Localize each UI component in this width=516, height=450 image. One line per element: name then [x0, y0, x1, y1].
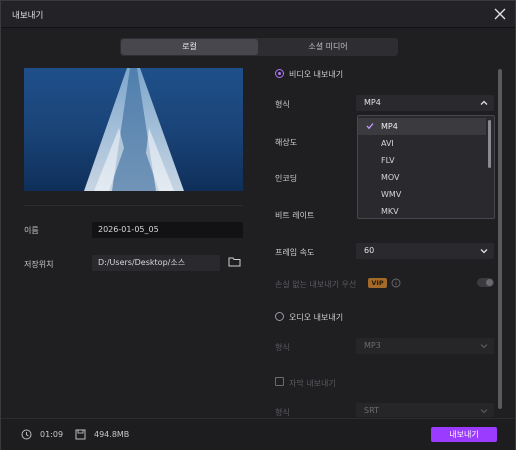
chevron-down-icon: [480, 409, 488, 414]
chevron-up-icon: [480, 100, 488, 105]
disk-icon: [75, 429, 86, 440]
format-option-avi[interactable]: AVI: [358, 135, 486, 152]
subtitle-export-checkbox[interactable]: [275, 377, 284, 386]
dropdown-scrollbar[interactable]: [488, 120, 491, 168]
video-preview: [24, 68, 243, 191]
format-option-mkv[interactable]: MKV: [358, 203, 486, 220]
check-icon: [366, 123, 374, 130]
encoding-label: 인코딩: [275, 174, 298, 183]
format-dropdown-list: MP4 AVI FLV MOV WMV MKV: [357, 115, 495, 219]
vip-badge: VIP: [368, 278, 387, 288]
video-format-label: 형식: [275, 100, 290, 109]
tab-bar: 로컬 소셜 미디어: [120, 38, 398, 56]
folder-icon[interactable]: [228, 256, 241, 267]
lossless-toggle[interactable]: [477, 278, 494, 287]
format-option-mp4[interactable]: MP4: [358, 118, 486, 135]
video-export-radio[interactable]: [275, 69, 284, 78]
audio-format-select[interactable]: MP3: [356, 338, 494, 354]
video-format-select[interactable]: MP4: [356, 95, 494, 111]
file-size-text: 494.8MB: [94, 430, 130, 439]
lossless-label: 손실 없는 내보내기 우선: [275, 280, 357, 289]
subtitle-format-label: 형식: [275, 408, 290, 417]
framerate-select[interactable]: 60: [356, 243, 494, 259]
subtitle-format-select[interactable]: SRT: [356, 403, 494, 417]
tab-local[interactable]: 로컬: [121, 39, 258, 55]
left-divider: [24, 205, 243, 206]
name-input[interactable]: 2026-01-05_05: [92, 222, 243, 238]
tab-social-media[interactable]: 소셜 미디어: [259, 39, 397, 55]
window-title: 내보내기: [12, 11, 44, 21]
format-option-label: MP4: [381, 122, 398, 131]
title-bar: 내보내기: [1, 1, 515, 28]
location-label: 저장위치: [24, 260, 54, 269]
location-input[interactable]: D:/Users/Desktop/소스: [92, 255, 220, 271]
audio-export-label: 오디오 내보내기: [289, 313, 344, 322]
framerate-label: 프레임 속도: [275, 248, 315, 257]
info-icon[interactable]: [391, 278, 401, 288]
audio-format-label: 형식: [275, 343, 290, 352]
format-option-flv[interactable]: FLV: [358, 152, 486, 169]
subtitle-export-label: 자막 내보내기: [289, 379, 336, 388]
export-button[interactable]: 내보내기: [431, 427, 497, 442]
audio-export-radio[interactable]: [275, 312, 284, 321]
resolution-label: 해상도: [275, 138, 298, 147]
video-export-label: 비디오 내보내기: [289, 70, 344, 79]
duration-text: 01:09: [40, 430, 64, 439]
subtitle-format-value: SRT: [364, 406, 379, 415]
format-option-mov[interactable]: MOV: [358, 169, 486, 186]
format-option-wmv[interactable]: WMV: [358, 186, 486, 203]
name-label: 이름: [24, 226, 39, 235]
audio-format-value: MP3: [364, 341, 381, 350]
bitrate-label: 비트 레이트: [275, 211, 315, 220]
framerate-value: 60: [364, 246, 375, 255]
close-icon[interactable]: [492, 6, 508, 22]
chevron-down-icon: [480, 344, 488, 349]
settings-scrollbar[interactable]: [498, 69, 502, 409]
export-dialog: 내보내기 로컬 소셜 미디어 이름 2026-01-05_05 저장위치 D:/…: [0, 0, 516, 450]
clock-icon: [21, 429, 32, 440]
video-format-value: MP4: [364, 98, 381, 107]
chevron-down-icon: [480, 249, 488, 254]
